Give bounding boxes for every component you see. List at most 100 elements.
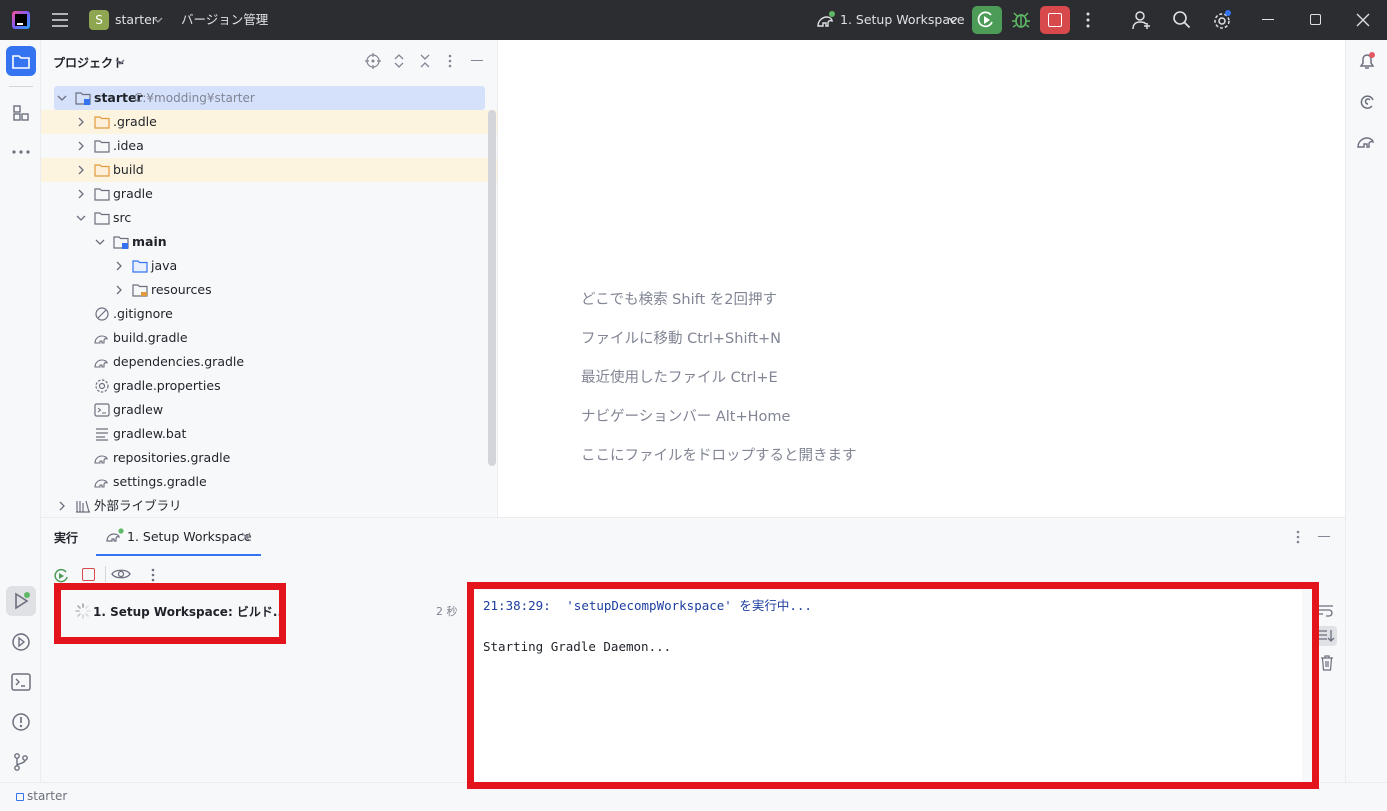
services-icon[interactable] [6, 627, 36, 657]
eye-icon[interactable] [111, 568, 131, 580]
more-icon[interactable] [150, 567, 156, 583]
run-config-selector[interactable]: 1. Setup Workspace [840, 0, 965, 40]
gradle-file-icon [94, 455, 108, 464]
tree-row-gradlew-bat[interactable]: gradlew.bat [41, 422, 497, 446]
tree-label: gradle.properties [113, 378, 221, 393]
terminal-icon[interactable] [6, 667, 36, 697]
rerun-button[interactable] [972, 6, 1002, 34]
add-user-icon[interactable] [1131, 10, 1153, 30]
settings-gear-icon[interactable] [1211, 9, 1233, 31]
tree-row-settings-gradle[interactable]: settings.gradle [41, 470, 497, 494]
gradle-file-icon [94, 479, 108, 488]
chevron-right-icon[interactable] [56, 500, 68, 512]
tree-label: build [113, 162, 144, 177]
excluded-folder-icon [94, 164, 110, 177]
close-window-icon[interactable] [1356, 13, 1370, 27]
rerun-icon[interactable] [53, 567, 69, 583]
chevron-down-icon[interactable] [948, 16, 958, 24]
chevron-right-icon[interactable] [75, 188, 87, 200]
project-badge[interactable]: S [89, 10, 109, 30]
chevron-down-icon[interactable] [75, 212, 87, 224]
tree-label: settings.gradle [113, 474, 207, 489]
tree-row-starter[interactable]: starter C:¥modding¥starter [41, 86, 497, 110]
tree-row-gradle-properties[interactable]: gradle.properties [41, 374, 497, 398]
collapse-all-icon[interactable] [419, 53, 431, 69]
git-branch-icon[interactable] [6, 747, 36, 777]
left-tool-strip [0, 40, 41, 782]
run-task-time: 2 秒 [436, 605, 458, 618]
gradle-icon [106, 528, 124, 542]
tree-row-gradle[interactable]: gradle [41, 182, 497, 206]
tree-label: 外部ライブラリ [94, 498, 182, 513]
run-tab-label: 1. Setup Workspace [127, 529, 252, 544]
tree-row-gitignore[interactable]: .gitignore [41, 302, 497, 326]
tree-row-dependencies-gradle[interactable]: dependencies.gradle [41, 350, 497, 374]
chevron-right-icon[interactable] [75, 116, 87, 128]
ai-assistant-icon[interactable] [1352, 86, 1382, 116]
vertical-scrollbar[interactable] [488, 110, 496, 466]
gradle-file-icon [94, 335, 108, 344]
folder-icon [94, 188, 110, 201]
close-tab-icon[interactable] [241, 532, 251, 542]
more-tools-icon[interactable] [6, 137, 36, 167]
wrap-lines-icon[interactable] [1318, 604, 1334, 618]
tree-row-build-gradle[interactable]: build.gradle [41, 326, 497, 350]
tree-row-java[interactable]: java [41, 254, 497, 278]
hide-panel-icon[interactable] [1318, 536, 1330, 538]
project-name[interactable]: starter [115, 0, 157, 40]
editor-hint: ナビゲーションバー Alt+Home [581, 409, 791, 425]
tree-row-external-libraries[interactable]: 外部ライブラリ [41, 494, 497, 517]
gradle-tool-icon[interactable] [1352, 126, 1382, 156]
chevron-right-icon[interactable] [113, 284, 125, 296]
stop-button[interactable] [1040, 6, 1070, 34]
tree-label: main [132, 234, 167, 249]
tree-label: dependencies.gradle [113, 354, 245, 369]
clear-trash-icon[interactable] [1320, 655, 1334, 671]
hide-panel-icon[interactable] [471, 60, 483, 62]
chevron-down-icon[interactable] [94, 236, 106, 248]
run-tool-button[interactable] [6, 586, 36, 616]
tree-label: gradlew.bat [113, 426, 187, 441]
tree-row-src[interactable]: src [41, 206, 497, 230]
options-icon[interactable] [1295, 529, 1301, 545]
chevron-right-icon[interactable] [75, 140, 87, 152]
tree-row-repositories-gradle[interactable]: repositories.gradle [41, 446, 497, 470]
tree-row-gradle-dir[interactable]: .gradle [41, 110, 497, 134]
options-icon[interactable] [447, 53, 453, 69]
main-menu-icon[interactable] [51, 12, 69, 28]
search-icon[interactable] [1172, 10, 1192, 30]
resources-folder-icon [132, 284, 148, 297]
tree-label: .gitignore [113, 306, 173, 321]
tree-row-main[interactable]: main [41, 230, 497, 254]
chevron-right-icon[interactable] [113, 260, 125, 272]
chevron-down-icon[interactable] [115, 58, 125, 66]
minimize-window-icon[interactable] [1262, 19, 1274, 20]
chevron-down-icon[interactable] [56, 92, 68, 104]
properties-gear-icon [95, 379, 109, 393]
chevron-right-icon[interactable] [75, 164, 87, 176]
folder-icon [94, 212, 110, 225]
tree-row-build[interactable]: build [41, 158, 497, 182]
tree-row-idea[interactable]: .idea [41, 134, 497, 158]
stop-icon[interactable] [82, 568, 95, 581]
chevron-down-icon[interactable] [255, 16, 265, 24]
tree-label: java [151, 258, 178, 273]
problems-icon[interactable] [6, 707, 36, 737]
chevron-down-icon[interactable] [153, 16, 163, 24]
expand-all-icon[interactable] [393, 53, 405, 69]
editor-hint: 最近使用したファイル Ctrl+E [581, 370, 778, 386]
maximize-window-icon[interactable] [1310, 14, 1321, 25]
locate-file-icon[interactable] [365, 53, 381, 69]
debug-icon[interactable] [1010, 9, 1032, 31]
tree-row-resources[interactable]: resources [41, 278, 497, 302]
run-tab[interactable]: 1. Setup Workspace [96, 518, 261, 556]
structure-icon[interactable] [6, 98, 36, 128]
app-logo-icon[interactable] [12, 11, 30, 29]
project-tool-button[interactable] [6, 46, 36, 76]
notifications-bell-icon[interactable] [1352, 46, 1382, 76]
tree-row-gradlew[interactable]: gradlew [41, 398, 497, 422]
status-project[interactable]: starter [27, 789, 67, 803]
text-file-icon [96, 428, 108, 441]
tree-label: repositories.gradle [113, 450, 231, 465]
more-icon[interactable] [1083, 11, 1093, 29]
